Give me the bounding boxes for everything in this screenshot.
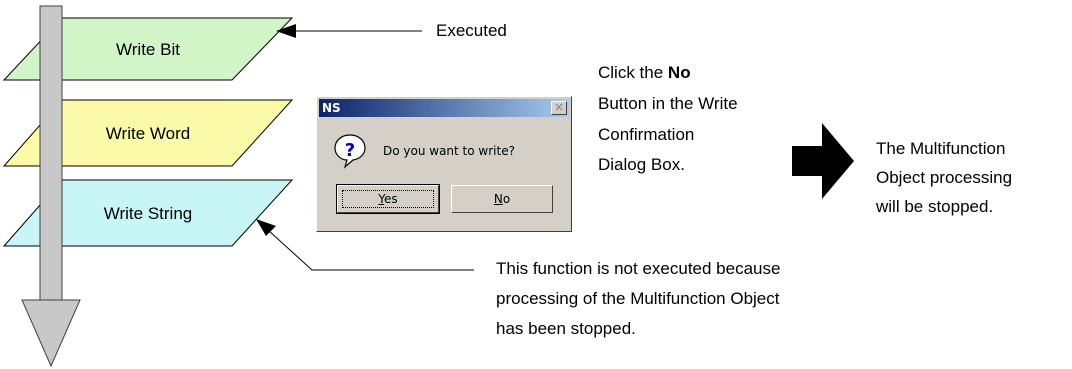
not-executed-line-2: processing of the Multifunction Object (496, 289, 780, 308)
question-icon: ? (334, 134, 366, 169)
result-line-3: will be stopped. (876, 197, 994, 216)
write-confirmation-dialog: NS × ? Do you want to write? Yes No (316, 96, 572, 232)
step-label-write-bit: Write Bit (116, 40, 180, 59)
result-line-1: The Multifunction (876, 139, 1006, 158)
yes-button[interactable]: Yes (336, 184, 440, 214)
close-icon[interactable]: × (551, 101, 567, 115)
instruction-line-3: Confirmation (598, 125, 695, 144)
not-executed-leader-line (267, 229, 474, 271)
no-mnemonic: N (493, 192, 503, 206)
instruction-no-bold: No (667, 63, 691, 82)
dialog-title: NS (322, 101, 341, 115)
result-arrow (792, 123, 854, 199)
no-label-rest: o (502, 192, 511, 206)
executed-label: Executed (436, 21, 507, 40)
not-executed-line-1: This function is not executed because (496, 259, 781, 278)
step-label-write-string: Write String (103, 204, 193, 223)
step-label-write-word: Write Word (105, 124, 191, 143)
svg-text:?: ? (345, 140, 355, 161)
dialog-titlebar: NS × (319, 99, 569, 117)
instruction-line-2: Button in the Write (598, 94, 738, 113)
instruction-line-4: Dialog Box. (598, 155, 685, 174)
instruction-prefix: Click the (598, 63, 668, 82)
no-button[interactable]: No (451, 185, 553, 213)
dialog-message: Do you want to write? (383, 144, 515, 158)
result-line-2: Object processing (876, 168, 1013, 187)
not-executed-line-3: has been stopped. (496, 319, 636, 338)
focus-rect (342, 190, 434, 208)
not-executed-arrowhead (256, 219, 276, 236)
instruction-line-1: Click the No (598, 60, 691, 86)
